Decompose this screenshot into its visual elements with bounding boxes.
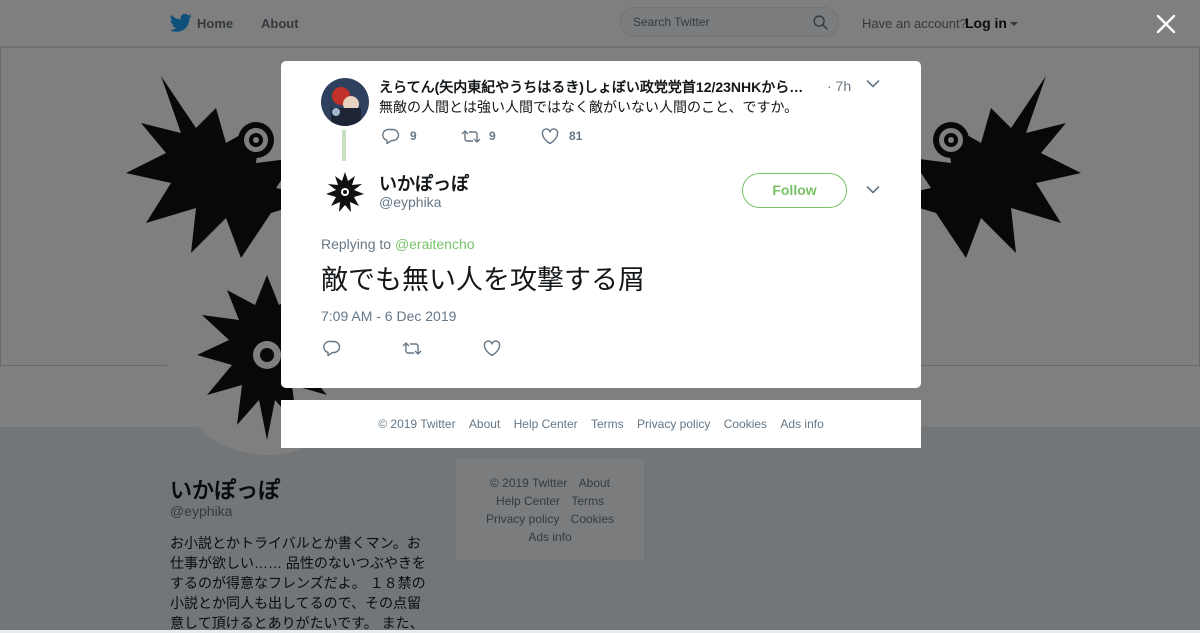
parent-reply-count: 9 — [410, 129, 417, 143]
parent-retweet-count: 9 — [489, 129, 496, 143]
heart-icon[interactable] — [483, 340, 501, 357]
retweet-icon — [461, 130, 481, 143]
tweet-author-handle[interactable]: @eyphika — [379, 194, 441, 210]
footer-terms[interactable]: Terms — [591, 417, 624, 431]
replying-to-prefix: Replying to — [321, 236, 392, 252]
footer-cookies[interactable]: Cookies — [724, 417, 767, 431]
parent-tweet-author-name[interactable]: えらてん(矢内東紀やうちはるき)しょぼい政党党首12/23NHKから国民を守る党… — [379, 77, 809, 97]
footer-privacy[interactable]: Privacy policy — [637, 417, 710, 431]
reply-icon — [382, 128, 400, 145]
chevron-down-icon[interactable] — [866, 79, 880, 89]
parent-tweet-avatar[interactable] — [321, 78, 369, 126]
footer-about[interactable]: About — [469, 417, 500, 431]
heart-icon — [541, 128, 559, 145]
close-icon[interactable] — [1154, 12, 1178, 36]
parent-avatar-photo-icon — [321, 78, 369, 126]
replying-to-link[interactable]: @eraitencho — [395, 236, 475, 252]
footer-ads-info[interactable]: Ads info — [780, 417, 823, 431]
retweet-icon[interactable] — [402, 340, 422, 357]
parent-tweet-text: 無敵の人間とは強い人間ではなく敵がいない人間のこと、ですか。 — [379, 99, 799, 115]
footer-copyright: © 2019 Twitter — [378, 417, 456, 431]
modal-footer: © 2019 Twitter About Help Center Terms P… — [281, 400, 921, 448]
tweet-author-name[interactable]: いかぽっぽ — [379, 170, 469, 196]
footer-help-center[interactable]: Help Center — [514, 417, 578, 431]
follow-button[interactable]: Follow — [742, 173, 847, 208]
tribal-avatar-icon — [326, 172, 364, 212]
thread-line — [342, 130, 346, 161]
tweet-modal: えらてん(矢内東紀やうちはるき)しょぼい政党党首12/23NHKから国民を守る党… — [281, 61, 921, 388]
chevron-down-icon[interactable] — [866, 185, 880, 195]
tweet-timestamp[interactable]: 7:09 AM - 6 Dec 2019 — [321, 308, 456, 324]
parent-like-count: 81 — [569, 129, 583, 143]
replying-to: Replying to @eraitencho — [321, 236, 475, 252]
reply-icon[interactable] — [323, 340, 341, 357]
tweet-author-avatar[interactable] — [321, 168, 369, 216]
parent-tweet-time[interactable]: · 7h — [827, 78, 851, 94]
tweet-text: 敵でも無い人を攻撃する屑 — [321, 265, 645, 296]
